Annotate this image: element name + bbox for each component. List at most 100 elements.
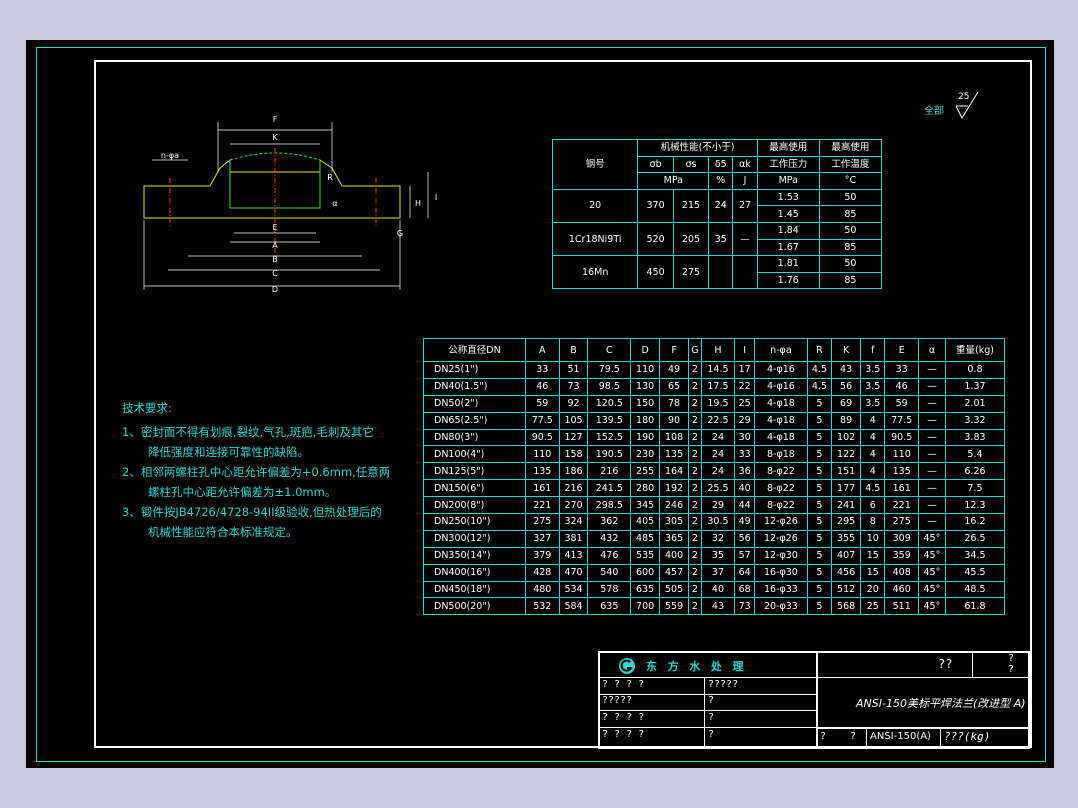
drawing-name: ANSI-150美标平焊法兰(改进型 A) <box>856 697 1026 710</box>
dim-cell: 700 <box>630 597 661 616</box>
mech-cell-grade: 1Cr18Ni9Ti <box>551 221 639 257</box>
dim-cell: 73 <box>734 597 756 616</box>
mech-header-unit-pct: % <box>708 172 734 190</box>
label-C: C <box>272 269 278 278</box>
roughness-icon <box>955 92 979 120</box>
mech-cell-ss: 205 <box>672 221 710 257</box>
mech-header-pressure-3: MPa <box>756 172 820 190</box>
dim-cell: 5 <box>806 428 833 447</box>
dim-cell: 1.37 <box>944 377 1006 396</box>
dim-cell: 78 <box>659 394 690 413</box>
dim-cell: 270 <box>558 496 589 515</box>
dim-cell: 190 <box>630 428 661 447</box>
dim-cell: 4-φ18 <box>754 428 808 447</box>
dim-cell: 3.5 <box>860 361 886 379</box>
dim-cell: 505 <box>659 580 690 599</box>
dim-cell: 295 <box>831 513 862 531</box>
dim-cell: 46 <box>884 377 919 396</box>
dim-cell: 365 <box>659 529 690 548</box>
dim-cell: 45° <box>917 597 946 616</box>
dim-cell: 69 <box>831 394 862 413</box>
mech-cell-d5: 24 <box>708 188 734 223</box>
title-left-row-1: ? ? ? ? <box>602 679 645 690</box>
dim-cell: 4 <box>860 445 886 464</box>
dim-cell: DN50(2") <box>422 394 527 413</box>
dim-cell: 73 <box>558 377 589 396</box>
title-left-row-4: ? ? ? ? <box>602 729 645 740</box>
dim-cell: 120.5 <box>587 394 632 413</box>
table-row: DN40(1.5") 46 73 98.5 130 65 2 17.5 22 4-φ16 4.5 56… <box>422 377 1006 396</box>
dim-cell: 43 <box>700 597 736 616</box>
dim-cell: DN25(1") <box>422 361 527 379</box>
title-corner-q2: ? <box>1008 664 1015 675</box>
dimension-table: 公称直径DN A B C D F G H In-φa R Kf Eα 重量(kg) DN25(1") 33… <box>422 338 1006 616</box>
dim-cell: 61.8 <box>944 597 1006 616</box>
mech-header-grade: 钢号 <box>551 139 639 190</box>
mech-header-ak: αk <box>732 155 758 174</box>
dim-cell: 4-φ18 <box>754 394 808 413</box>
table-row: DN100(4") 110 158 190.5 230 135 2 24 33 8-φ18 5 122… <box>422 445 1006 464</box>
table-row: DN400(16") 428 470 540 600 457 2 37 64 16-φ30 5 456… <box>422 563 1006 582</box>
dim-cell: 25.5 <box>700 479 736 498</box>
dim-cell: — <box>917 411 946 430</box>
roughness-symbol: 全部 25 <box>924 92 984 124</box>
dim-cell: — <box>917 377 946 396</box>
mech-header-pressure-1: 最高使用 <box>756 139 820 157</box>
dim-cell: 56 <box>831 377 862 396</box>
dim-cell: 12-φ30 <box>754 546 808 565</box>
label-E: E <box>272 223 277 232</box>
dim-header-cell: 公称直径DN <box>422 338 527 362</box>
dim-cell: 2 <box>688 563 702 582</box>
mech-header-temp-1: 最高使用 <box>818 139 883 157</box>
mech-cell-ak <box>732 255 758 290</box>
dim-cell: 122 <box>831 445 862 464</box>
dim-cell: 135 <box>659 445 690 464</box>
mech-cell-t2: 85 <box>818 205 883 223</box>
dim-cell: 150 <box>630 394 661 413</box>
mech-cell-p2: 1.76 <box>756 271 820 290</box>
dim-header-cell: A <box>525 338 560 362</box>
dim-cell: 92 <box>558 394 589 413</box>
dim-cell: 98.5 <box>587 377 632 396</box>
dim-cell: 4.5 <box>806 361 833 379</box>
dim-cell: 379 <box>525 546 560 565</box>
mech-cell-t1: 50 <box>818 255 883 273</box>
dim-cell: 105 <box>558 411 589 430</box>
dim-cell: 32 <box>700 529 736 548</box>
dim-cell: 428 <box>525 563 560 582</box>
drawing-weight: ???(kg) <box>944 730 991 743</box>
dim-cell: 8 <box>860 513 886 531</box>
mech-cell-sb: 450 <box>637 255 674 290</box>
dim-cell: 15 <box>860 563 886 582</box>
dim-cell: 4-φ16 <box>754 377 808 396</box>
table-row: DN50(2") 59 92 120.5 150 78 2 19.5 25 4-φ18 5 69 3.5… <box>422 394 1006 413</box>
dim-cell: — <box>917 513 946 531</box>
dim-header-cell: F <box>659 338 690 362</box>
technical-notes: 技术要求: 1、密封面不得有划痕,裂纹,气孔,斑疤,毛刺及其它 降低强度和连接可… <box>122 398 390 542</box>
mech-header-sb: σb <box>637 155 674 174</box>
mech-header-temp-2: 工作温度 <box>818 155 883 174</box>
dim-cell: — <box>917 428 946 447</box>
title-bottom-q1: ? <box>820 731 827 742</box>
dim-cell: 4-φ16 <box>754 361 808 379</box>
title-mid-row-1: ????? <box>708 679 739 690</box>
dim-cell: 3.5 <box>860 394 886 413</box>
dim-cell: 345 <box>630 496 661 515</box>
dim-cell: 30 <box>734 428 756 447</box>
dim-cell: 190.5 <box>587 445 632 464</box>
mech-cell-grade: 20 <box>551 188 639 223</box>
label-H: H <box>415 199 421 208</box>
dim-cell: DN150(6") <box>422 479 527 498</box>
dim-cell: DN125(5") <box>422 462 527 481</box>
dim-cell: 5 <box>806 411 833 430</box>
dim-cell: 2 <box>688 445 702 464</box>
dim-cell: 635 <box>630 580 661 599</box>
note-line-1: 1、密封面不得有划痕,裂纹,气孔,斑疤,毛刺及其它 <box>122 425 374 439</box>
dim-cell: 4-φ18 <box>754 411 808 430</box>
dim-cell: 2 <box>688 361 702 379</box>
dim-cell: 2 <box>688 513 702 531</box>
table-row: DN500(20") 532 584 635 700 559 2 43 73 20-φ33 5 568… <box>422 597 1006 616</box>
mech-header-d5: δ5 <box>708 155 734 174</box>
dim-cell: 2 <box>688 394 702 413</box>
dim-cell: DN80(3") <box>422 428 527 447</box>
